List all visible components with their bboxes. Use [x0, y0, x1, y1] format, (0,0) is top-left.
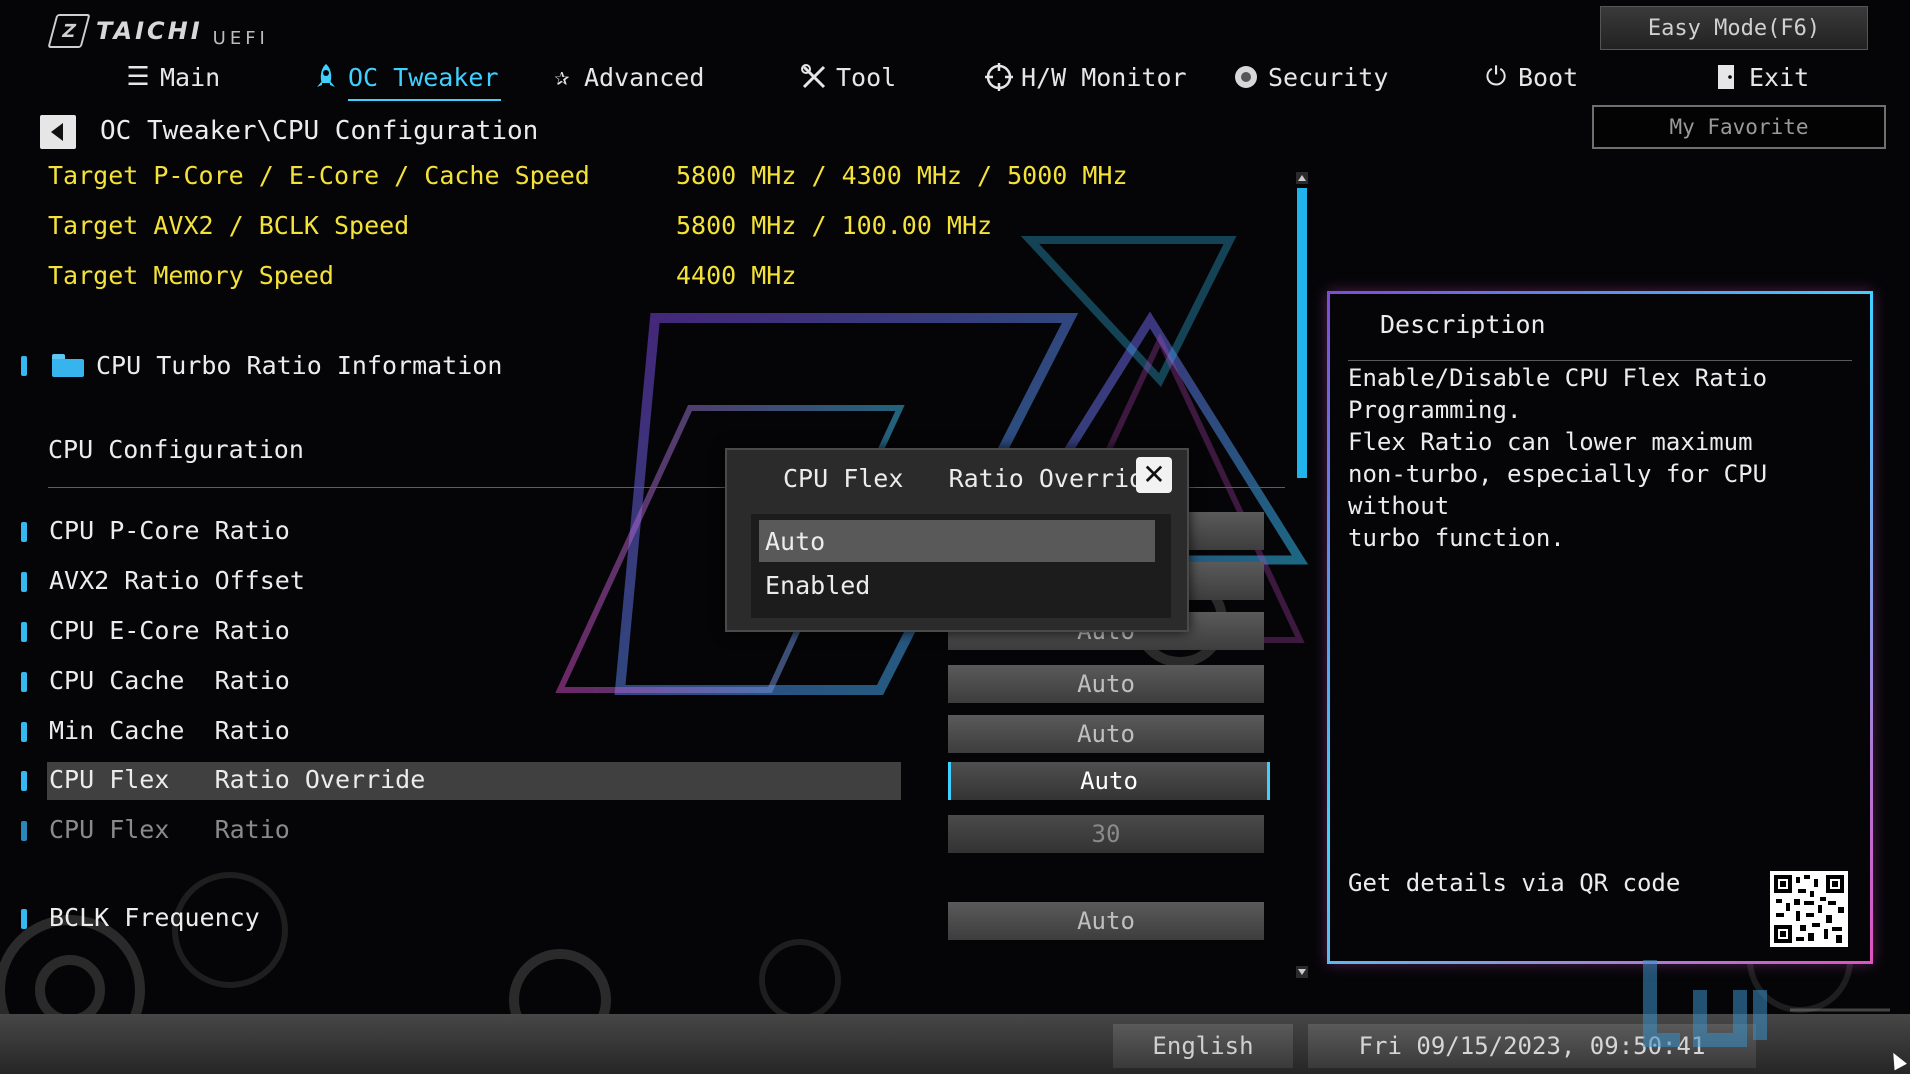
row-marker	[21, 771, 27, 791]
row-marker	[21, 572, 27, 592]
language-button[interactable]: English	[1113, 1024, 1293, 1068]
info-value-target-speed: 5800 MHz / 4300 MHz / 5000 MHz	[676, 161, 1128, 190]
tab-exit-label: Exit	[1749, 62, 1810, 92]
row-marker	[21, 672, 27, 692]
tab-oc-tweaker[interactable]: OC Tweaker	[312, 56, 501, 101]
brand-sub: UEFI	[212, 27, 269, 49]
taichi-logo-icon: Z	[47, 14, 91, 48]
arrow-left-icon	[50, 123, 63, 141]
scrollbar[interactable]	[1296, 172, 1308, 978]
popup-option-auto[interactable]: Auto	[759, 520, 1155, 562]
tab-main-label: Main	[160, 62, 221, 92]
tab-advanced-label: Advanced	[584, 62, 705, 92]
scroll-down-icon[interactable]	[1296, 966, 1308, 978]
active-tab-underline	[348, 99, 501, 101]
close-icon: ✕	[1142, 458, 1166, 491]
tab-boot[interactable]: ⏻ Boot	[1482, 56, 1579, 98]
row-marker	[21, 821, 27, 841]
info-label-target-speed: Target P-Core / E-Core / Cache Speed	[48, 161, 590, 190]
popup-option-list: Auto Enabled	[751, 514, 1171, 618]
exit-door-icon	[1713, 63, 1741, 91]
easy-mode-button[interactable]: Easy Mode(F6)	[1600, 6, 1868, 50]
tab-tool[interactable]: Tool	[800, 56, 896, 98]
back-button[interactable]	[40, 115, 76, 149]
folder-icon	[52, 354, 84, 377]
setting-cpu-p-core-ratio[interactable]: CPU P-Core Ratio	[49, 516, 290, 545]
setting-cpu-flex-ratio-override[interactable]: CPU Flex Ratio Override	[49, 765, 425, 794]
value-bclk-frequency[interactable]: Auto	[948, 902, 1264, 940]
crosshair-icon	[985, 63, 1013, 91]
section-title: CPU Configuration	[48, 435, 304, 464]
description-text: Enable/Disable CPU Flex Ratio Programmin…	[1348, 364, 1768, 552]
tab-security[interactable]: Security	[1232, 56, 1388, 98]
tab-security-label: Security	[1268, 62, 1389, 92]
value-cpu-flex-ratio-override[interactable]: Auto	[948, 762, 1270, 800]
info-value-avx2-bclk: 5800 MHz / 100.00 MHz	[676, 211, 993, 240]
row-marker	[21, 909, 27, 929]
brand-name: TAICHI	[96, 17, 203, 45]
tools-icon	[800, 64, 828, 90]
setting-cpu-e-core-ratio[interactable]: CPU E-Core Ratio	[49, 616, 290, 645]
tab-advanced[interactable]: ✰ Advanced	[548, 56, 704, 98]
info-label-avx2-bclk: Target AVX2 / BCLK Speed	[48, 211, 410, 240]
description-divider	[1348, 360, 1852, 361]
my-favorite-button[interactable]: My Favorite	[1592, 105, 1886, 149]
value-min-cache-ratio[interactable]: Auto	[948, 715, 1264, 753]
setting-cpu-cache-ratio[interactable]: CPU Cache Ratio	[49, 666, 290, 695]
info-value-memory-speed: 4400 MHz	[676, 261, 797, 290]
description-panel: Description Enable/Disable CPU Flex Rati…	[1327, 291, 1873, 964]
qr-label: Get details via QR code	[1348, 869, 1681, 897]
tab-main[interactable]: ☰ Main	[124, 56, 220, 98]
info-label-memory-speed: Target Memory Speed	[48, 261, 334, 290]
popup-option-enabled[interactable]: Enabled	[759, 564, 1155, 606]
tab-exit[interactable]: Exit	[1713, 56, 1809, 98]
popup-title: CPU Flex Ratio Override	[783, 464, 1160, 493]
tab-boot-label: Boot	[1518, 62, 1579, 92]
scrollbar-thumb[interactable]	[1297, 188, 1307, 478]
setting-bclk-frequency[interactable]: BCLK Frequency	[49, 903, 260, 932]
value-cpu-flex-ratio: 30	[948, 815, 1264, 853]
breadcrumb: OC Tweaker\CPU Configuration	[100, 116, 539, 146]
row-marker	[21, 356, 27, 376]
star-icon: ✰	[554, 62, 570, 92]
watermark-logo	[1643, 960, 1890, 1047]
setting-min-cache-ratio[interactable]: Min Cache Ratio	[49, 716, 290, 745]
description-title: Description	[1380, 310, 1546, 339]
tab-hw-monitor[interactable]: H/W Monitor	[985, 56, 1187, 98]
row-marker	[21, 522, 27, 542]
taichi-logo: Z TAICHI UEFI	[47, 14, 269, 49]
scroll-up-icon[interactable]	[1296, 172, 1308, 184]
qr-code-icon	[1770, 871, 1848, 947]
submenu-label: CPU Turbo Ratio Information	[96, 350, 503, 380]
tab-tool-label: Tool	[836, 62, 897, 92]
submenu-cpu-turbo-ratio[interactable]: CPU Turbo Ratio Information	[52, 348, 502, 382]
close-button[interactable]: ✕	[1136, 457, 1172, 493]
power-icon: ⏻	[1485, 62, 1507, 92]
row-marker	[21, 622, 27, 642]
row-marker	[21, 722, 27, 742]
shield-icon	[1232, 63, 1260, 91]
setting-avx2-ratio-offset[interactable]: AVX2 Ratio Offset	[49, 566, 305, 595]
tab-hw-monitor-label: H/W Monitor	[1021, 62, 1187, 92]
setting-cpu-flex-ratio: CPU Flex Ratio	[49, 815, 290, 844]
tab-oc-tweaker-label: OC Tweaker	[348, 62, 499, 92]
option-popup: CPU Flex Ratio Override ✕ Auto Enabled	[725, 448, 1189, 632]
list-icon: ☰	[126, 62, 150, 92]
value-cpu-cache-ratio[interactable]: Auto	[948, 665, 1264, 703]
rocket-icon	[312, 63, 340, 91]
